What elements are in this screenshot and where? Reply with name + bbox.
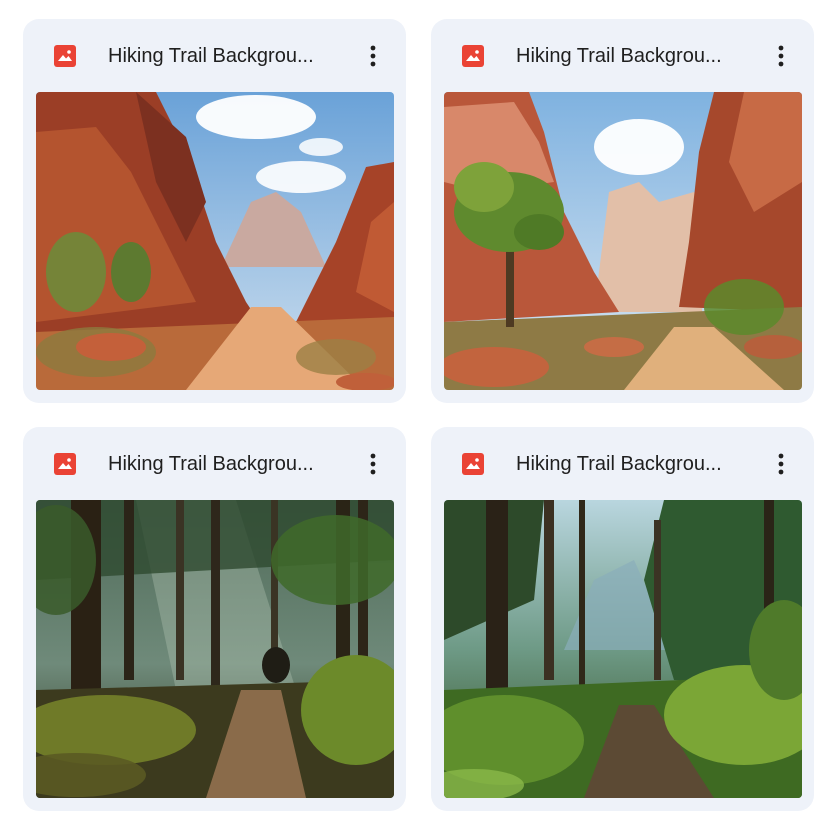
file-card[interactable]: Hiking Trail Backgrou...	[431, 19, 814, 403]
file-name[interactable]: Hiking Trail Backgrou...	[516, 452, 756, 476]
image-file-icon	[462, 453, 484, 475]
more-vert-icon[interactable]	[767, 447, 795, 481]
more-vert-icon[interactable]	[767, 39, 795, 73]
file-card[interactable]: Hiking Trail Backgrou...	[23, 19, 406, 403]
file-thumbnail[interactable]	[36, 92, 394, 390]
file-thumbnail[interactable]	[444, 500, 802, 798]
image-file-icon	[54, 45, 76, 67]
file-thumbnail[interactable]	[36, 500, 394, 798]
image-file-icon	[462, 45, 484, 67]
file-card-header: Hiking Trail Backgrou...	[23, 19, 406, 91]
file-card[interactable]: Hiking Trail Backgrou...	[23, 427, 406, 811]
image-file-icon	[54, 453, 76, 475]
file-name[interactable]: Hiking Trail Backgrou...	[108, 452, 348, 476]
more-vert-icon[interactable]	[359, 447, 387, 481]
file-card-header: Hiking Trail Backgrou...	[431, 427, 814, 499]
file-name[interactable]: Hiking Trail Backgrou...	[108, 44, 348, 68]
more-vert-icon[interactable]	[359, 39, 387, 73]
file-thumbnail[interactable]	[444, 92, 802, 390]
file-card[interactable]: Hiking Trail Backgrou...	[431, 427, 814, 811]
file-card-header: Hiking Trail Backgrou...	[431, 19, 814, 91]
file-card-header: Hiking Trail Backgrou...	[23, 427, 406, 499]
file-name[interactable]: Hiking Trail Backgrou...	[516, 44, 756, 68]
